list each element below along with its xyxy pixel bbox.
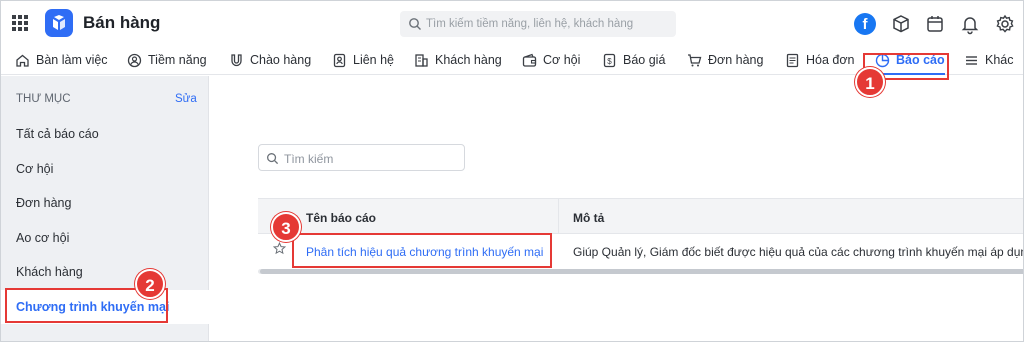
nav-item-label: Cơ hội <box>543 53 581 67</box>
nav-item-quotes[interactable]: $ Báo giá <box>602 45 665 75</box>
facebook-icon[interactable]: f <box>854 13 876 35</box>
nav-item-label: Tiềm năng <box>148 53 207 67</box>
magnet-icon <box>231 53 242 66</box>
nav-item-more[interactable]: Khác <box>964 45 1014 75</box>
nav-item-invoices[interactable]: Hóa đơn <box>785 45 855 75</box>
step-badge-2: 2 <box>135 269 165 299</box>
scrollbar-thumb[interactable] <box>260 269 1023 274</box>
nav-item-label: Khách hàng <box>435 53 502 67</box>
bell-icon[interactable] <box>959 13 981 35</box>
nav-item-label: Bàn làm việc <box>36 53 108 67</box>
report-search-input[interactable]: Tìm kiếm <box>258 144 465 171</box>
nav-item-label: Liên hệ <box>353 53 395 67</box>
home-icon <box>16 54 29 67</box>
building-icon <box>415 53 428 67</box>
sidebar-item-opportunities[interactable]: Cơ hội <box>1 152 209 186</box>
sidebar-item-customers[interactable]: Khách hàng <box>1 255 209 289</box>
top-bar: Bán hàng Tìm kiếm tiềm năng, liên hệ, kh… <box>1 1 1023 45</box>
nav-item-label: Hóa đơn <box>806 53 855 67</box>
contact-card-icon <box>333 53 346 67</box>
nav-item-label: Chào hàng <box>250 53 312 67</box>
nav-item-label: Đơn hàng <box>708 53 764 67</box>
app-title: Bán hàng <box>83 13 161 32</box>
column-header-description: Mô tả <box>573 211 605 225</box>
sidebar-edit-link[interactable]: Sửa <box>175 93 197 105</box>
nav-item-leads[interactable]: Tiềm năng <box>127 45 207 75</box>
nav-item-workspace[interactable]: Bàn làm việc <box>15 45 108 75</box>
nav-item-offers[interactable]: Chào hàng <box>229 45 311 75</box>
cart-icon <box>688 53 702 66</box>
calendar-icon[interactable] <box>924 13 946 35</box>
horizontal-scrollbar[interactable] <box>258 269 1023 274</box>
search-icon <box>409 18 421 30</box>
global-search-input[interactable]: Tìm kiếm tiềm năng, liên hệ, khách hàng <box>400 11 676 37</box>
nav-item-opportunities[interactable]: Cơ hội <box>522 45 580 75</box>
search-icon <box>267 153 279 165</box>
nav-item-contacts[interactable]: Liên hệ <box>332 45 394 75</box>
invoice-icon <box>786 53 799 67</box>
step-badge-1: 1 <box>855 67 885 97</box>
user-circle-icon <box>127 53 142 67</box>
app-logo-icon <box>45 9 73 37</box>
step-badge-3: 3 <box>271 212 301 242</box>
package-icon[interactable] <box>890 13 912 35</box>
wallet-icon <box>522 53 537 67</box>
column-divider <box>558 199 559 235</box>
table-header: Tên báo cáo Mô tả <box>258 198 1023 235</box>
global-search-placeholder: Tìm kiếm tiềm năng, liên hệ, khách hàng <box>426 18 634 30</box>
highlight-report-link <box>292 233 552 268</box>
dollar-doc-icon: $ <box>603 53 616 67</box>
column-header-report-name: Tên báo cáo <box>306 211 377 225</box>
gear-icon[interactable] <box>994 13 1016 35</box>
sidebar-item-opportunity-pool[interactable]: Ao cơ hội <box>1 221 209 255</box>
nav-item-label: Khác <box>985 53 1014 67</box>
app-window: Bán hàng Tìm kiếm tiềm năng, liên hệ, kh… <box>0 0 1024 342</box>
menu-icon <box>966 55 977 65</box>
app-grid-icon[interactable] <box>12 15 28 31</box>
star-icon[interactable] <box>273 242 286 255</box>
sidebar-item-orders[interactable]: Đơn hàng <box>1 186 209 220</box>
report-search-placeholder: Tìm kiếm <box>284 152 334 166</box>
nav-item-orders[interactable]: Đơn hàng <box>687 45 763 75</box>
sidebar-heading: THƯ MỤC <box>16 93 71 105</box>
svg-text:$: $ <box>607 57 612 66</box>
nav-item-label: Báo giá <box>623 53 666 67</box>
report-description: Giúp Quản lý, Giám đốc biết được hiệu qu… <box>573 245 1024 259</box>
sidebar-item-all-reports[interactable]: Tất cả báo cáo <box>1 117 209 151</box>
nav-item-customers[interactable]: Khách hàng <box>414 45 502 75</box>
